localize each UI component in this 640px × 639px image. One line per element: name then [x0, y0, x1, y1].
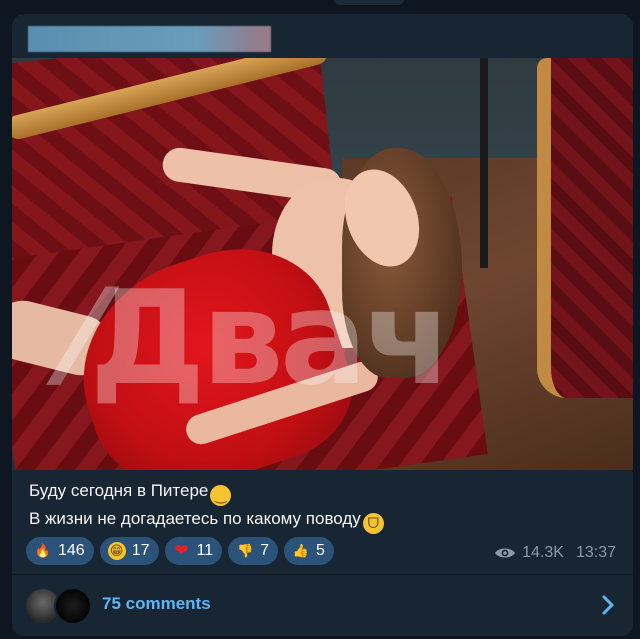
thumbs-up-emoji-icon: 👍	[292, 543, 310, 558]
avatar	[54, 587, 92, 625]
window-top-strip	[0, 0, 640, 6]
fire-emoji-icon: 🔥	[34, 543, 52, 558]
post-text-line-2-content: В жизни не догадаетесь по какому поводу	[29, 509, 361, 528]
reaction-thumbs-down-count: 7	[260, 542, 270, 559]
reaction-thumbs-up-count: 5	[316, 542, 325, 559]
chevron-right-icon	[602, 595, 614, 615]
reaction-fire[interactable]: 🔥 146	[26, 537, 94, 565]
heart-emoji-icon: ❤	[174, 541, 189, 560]
post-text: Буду сегодня в Питере ‿ В жизни не догада…	[29, 478, 619, 534]
reaction-fire-count: 146	[58, 542, 85, 559]
photo-pole	[480, 58, 488, 268]
grin-emoji-icon: ᗜ	[362, 513, 384, 534]
reaction-heart[interactable]: ❤ 11	[164, 537, 223, 565]
post-text-line-1-content: Буду сегодня в Питере	[29, 481, 209, 500]
watermark-slash: ⁄	[72, 262, 94, 414]
watermark-logo: ⁄Двач	[72, 238, 632, 438]
reaction-heart-count: 11	[196, 542, 214, 559]
channel-post: ⁄Двач Буду сегодня в Питере ‿ В жизни не …	[12, 14, 633, 636]
watermark-text: Двач	[89, 262, 453, 414]
reaction-grin-count: 17	[131, 542, 150, 559]
scroll-indicator	[334, 0, 404, 5]
post-text-line-2: В жизни не догадаетесь по какому поводу ᗜ	[29, 506, 619, 534]
reaction-grin[interactable]: 😁 17	[99, 537, 159, 565]
post-time: 13:37	[575, 544, 616, 561]
reactions-bar: 🔥 146 😁 17 ❤ 11 👎 7 👍 5	[26, 537, 334, 565]
comments-label: 75 comments	[102, 594, 211, 613]
post-meta: 14.3K 13:37	[494, 544, 616, 562]
smirk-emoji-icon: ‿	[210, 485, 232, 506]
grin-emoji-icon: 😁	[107, 542, 126, 560]
channel-name-redacted	[28, 26, 271, 52]
reaction-thumbs-down[interactable]: 👎 7	[228, 537, 279, 565]
eye-icon	[495, 548, 516, 558]
comments-button[interactable]: 75 comments	[12, 575, 633, 636]
post-photo[interactable]: ⁄Двач	[12, 58, 633, 470]
reaction-thumbs-up[interactable]: 👍 5	[284, 537, 334, 565]
thumbs-down-emoji-icon: 👎	[237, 543, 254, 558]
views-count: 14.3K	[522, 544, 564, 561]
post-text-line-1: Буду сегодня в Питере ‿	[29, 478, 619, 506]
